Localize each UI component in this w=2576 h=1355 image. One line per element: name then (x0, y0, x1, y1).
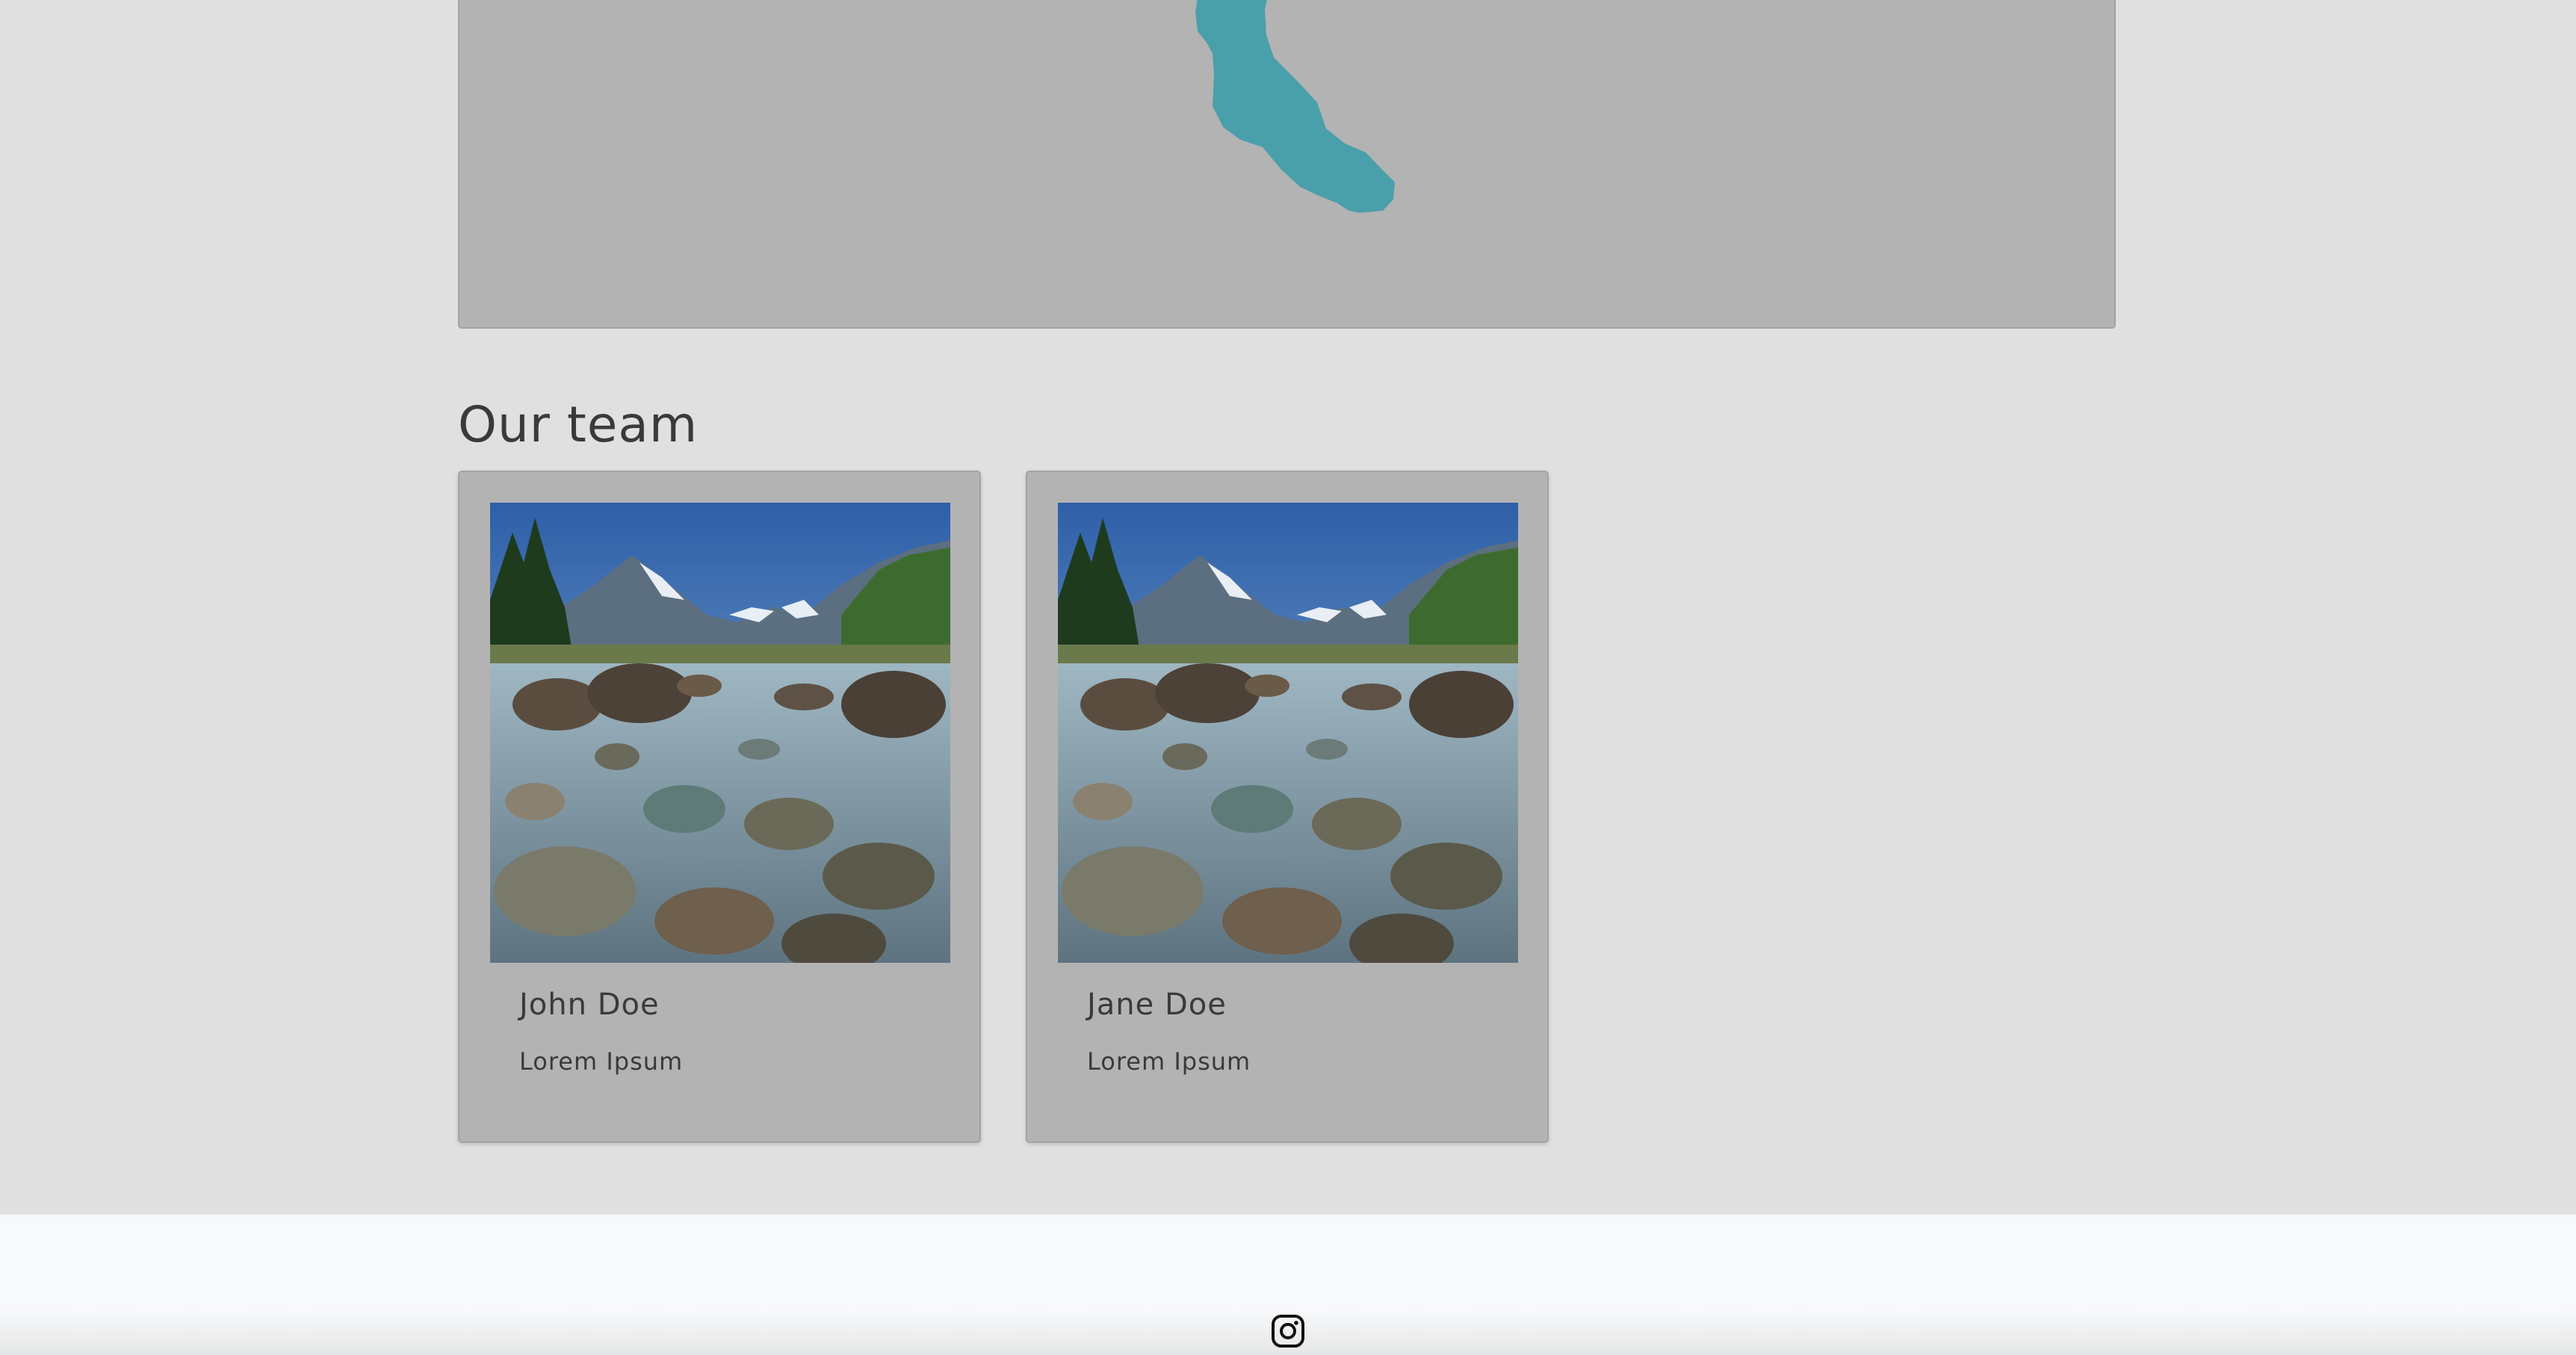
team-card: John Doe Lorem Ipsum (458, 471, 981, 1143)
map-panel[interactable] (458, 0, 2116, 329)
map-region-shape[interactable] (1195, 0, 1395, 213)
team-member-photo (490, 503, 950, 963)
page: Our team John Doe Lorem Ipsum Jane Doe L… (0, 0, 2576, 1355)
map-svg (1195, 0, 1395, 213)
team-member-role: Lorem Ipsum (519, 1047, 684, 1076)
team-member-name: John Doe (519, 987, 660, 1022)
team-member-role: Lorem Ipsum (1087, 1047, 1251, 1076)
team-member-photo (1058, 503, 1518, 963)
team-card: Jane Doe Lorem Ipsum (1026, 471, 1549, 1143)
instagram-icon[interactable] (1270, 1313, 1306, 1349)
team-member-name: Jane Doe (1087, 987, 1227, 1022)
section-title-our-team: Our team (458, 396, 699, 453)
